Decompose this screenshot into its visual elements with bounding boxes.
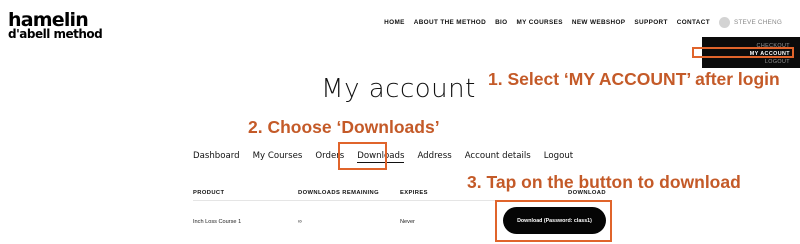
top-nav: HOME ABOUT THE METHOD BIO MY COURSES NEW… — [384, 17, 782, 28]
avatar — [718, 17, 730, 28]
cell-downloads-remaining: ∞ — [298, 219, 302, 225]
nav-new-webshop[interactable]: NEW WEBSHOP — [572, 19, 626, 26]
highlight-box-download-button — [495, 200, 612, 242]
nav-about-the-method[interactable]: ABOUT THE METHOD — [414, 19, 486, 26]
column-header-download: DOWNLOAD — [568, 190, 606, 196]
page-title: My account — [321, 74, 476, 104]
nav-home[interactable]: HOME — [384, 19, 405, 26]
highlight-box-downloads — [338, 142, 387, 170]
nav-support[interactable]: SUPPORT — [634, 19, 667, 26]
tab-my-courses[interactable]: My Courses — [253, 151, 303, 163]
user-menu[interactable]: STEVE CHENG — [718, 17, 782, 28]
tab-logout[interactable]: Logout — [544, 151, 573, 163]
cell-expires: Never — [400, 219, 415, 225]
user-name: STEVE CHENG — [733, 19, 782, 26]
nav-my-courses[interactable]: MY COURSES — [517, 19, 563, 26]
column-header-product: PRODUCT — [193, 190, 225, 196]
column-header-downloads-remaining: DOWNLOADS REMAINING — [298, 190, 380, 196]
annotation-step-2: 2. Choose ‘Downloads’ — [248, 117, 440, 137]
tab-dashboard[interactable]: Dashboard — [193, 151, 240, 163]
logo-line-1: hamelin — [8, 9, 89, 31]
tab-address[interactable]: Address — [417, 151, 451, 163]
highlight-box-my-account — [692, 47, 794, 58]
nav-bio[interactable]: BIO — [495, 19, 507, 26]
logo-line-2: d'abell method — [8, 27, 103, 41]
nav-contact[interactable]: CONTACT — [677, 19, 710, 26]
tab-account-details[interactable]: Account details — [465, 151, 531, 163]
column-header-expires: EXPIRES — [400, 190, 428, 196]
cell-product[interactable]: Inch Loss Course 1 — [193, 219, 241, 225]
dropdown-item-logout[interactable]: LOGOUT — [765, 59, 790, 65]
site-logo[interactable]: hamelin d'abell method — [8, 9, 103, 41]
